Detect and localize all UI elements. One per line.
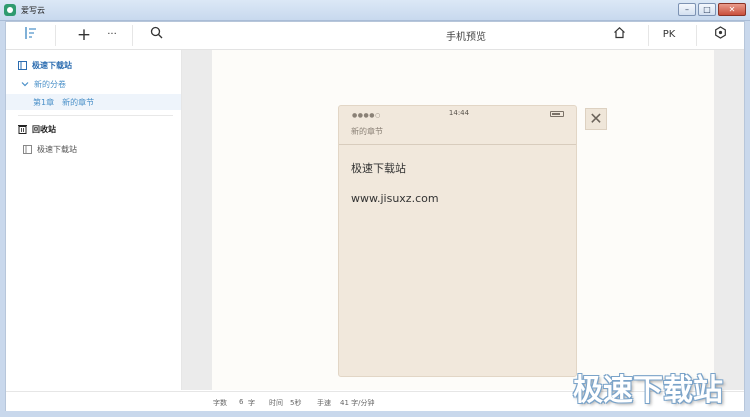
book-title: 极速下载站	[32, 60, 72, 70]
toolbar-divider	[648, 25, 649, 46]
phone-text-line: www.jisuxz.com	[351, 192, 439, 205]
toolbar-title: 手机预览	[446, 32, 486, 43]
sidebar: 极速下载站 新的分卷 第1章 新的章节 回收站 极速下载站	[6, 50, 182, 390]
close-window-button[interactable]: ✕	[718, 3, 746, 16]
speed-label: 手速	[317, 399, 331, 407]
hexagon-settings-icon	[714, 26, 726, 39]
char-count-unit: 字	[248, 399, 255, 407]
preview-page: ●●●●○ 14:44 新的章节 极速下载站 www.jisuxz.com ✕	[212, 50, 714, 390]
toolbar-divider	[132, 25, 133, 46]
chapter-title: 新的章节	[62, 97, 95, 107]
char-count-label: 字数	[213, 399, 227, 407]
search-button[interactable]	[148, 26, 164, 44]
phone-preview: ●●●●○ 14:44 新的章节 极速下载站 www.jisuxz.com	[338, 105, 577, 377]
sidebar-trash-item[interactable]: 回收站	[6, 122, 181, 136]
time-value: 5秒	[290, 399, 302, 407]
speed-value: 41 字/分钟	[340, 399, 375, 407]
chapter-number: 第1章	[33, 97, 55, 107]
phone-chapter-title: 新的章节	[351, 127, 383, 136]
phone-time: 14:44	[448, 109, 470, 117]
outline-toggle-icon[interactable]	[22, 26, 40, 44]
battery-icon	[550, 111, 564, 117]
signal-icon: ●●●●○	[352, 112, 381, 119]
sidebar-book-item[interactable]: 极速下载站	[6, 58, 181, 72]
book-icon	[18, 60, 27, 70]
close-preview-button[interactable]: ✕	[585, 108, 607, 130]
settings-button[interactable]	[712, 26, 728, 44]
outline-icon	[25, 27, 36, 39]
toolbar: + ··· 手机预览 PK	[6, 22, 744, 50]
title-bar: 爱写云 – □ ✕	[0, 0, 750, 21]
time-label: 时间	[269, 399, 283, 407]
trash-book-title: 极速下载站	[37, 144, 77, 154]
sidebar-chapter-item[interactable]: 第1章 新的章节	[6, 94, 181, 110]
phone-text-line: 极速下载站	[351, 162, 406, 175]
phone-status-bar: ●●●●○ 14:44	[339, 106, 576, 122]
sidebar-trash-book-item[interactable]: 极速下载站	[6, 142, 181, 156]
trash-icon	[18, 125, 27, 134]
home-button[interactable]	[611, 26, 627, 44]
search-icon	[150, 26, 162, 39]
home-icon	[613, 26, 625, 39]
toolbar-divider	[696, 25, 697, 46]
trash-label: 回收站	[32, 124, 56, 134]
add-button[interactable]: +	[76, 26, 92, 44]
window-controls: – □ ✕	[678, 3, 746, 16]
book-icon	[23, 144, 32, 154]
more-button[interactable]: ···	[104, 26, 120, 44]
pk-button[interactable]: PK	[658, 26, 680, 44]
app-client-area: + ··· 手机预览 PK 极速下载站 新的分卷 第1章 新的章节 回收站 极速…	[5, 21, 745, 411]
sidebar-volume-item[interactable]: 新的分卷	[6, 77, 181, 91]
phone-divider	[339, 144, 576, 145]
site-watermark: 极速下载站	[573, 373, 723, 408]
sidebar-divider	[18, 115, 173, 116]
minimize-button[interactable]: –	[678, 3, 696, 16]
preview-area: ●●●●○ 14:44 新的章节 极速下载站 www.jisuxz.com ✕	[182, 50, 744, 390]
char-count-value: 6	[239, 398, 244, 406]
volume-title: 新的分卷	[34, 79, 66, 89]
app-logo-icon	[4, 4, 16, 16]
chevron-down-icon	[21, 82, 29, 87]
maximize-button[interactable]: □	[698, 3, 716, 16]
close-icon: ✕	[589, 109, 603, 128]
window-title: 爱写云	[21, 5, 45, 15]
toolbar-divider	[55, 25, 56, 46]
